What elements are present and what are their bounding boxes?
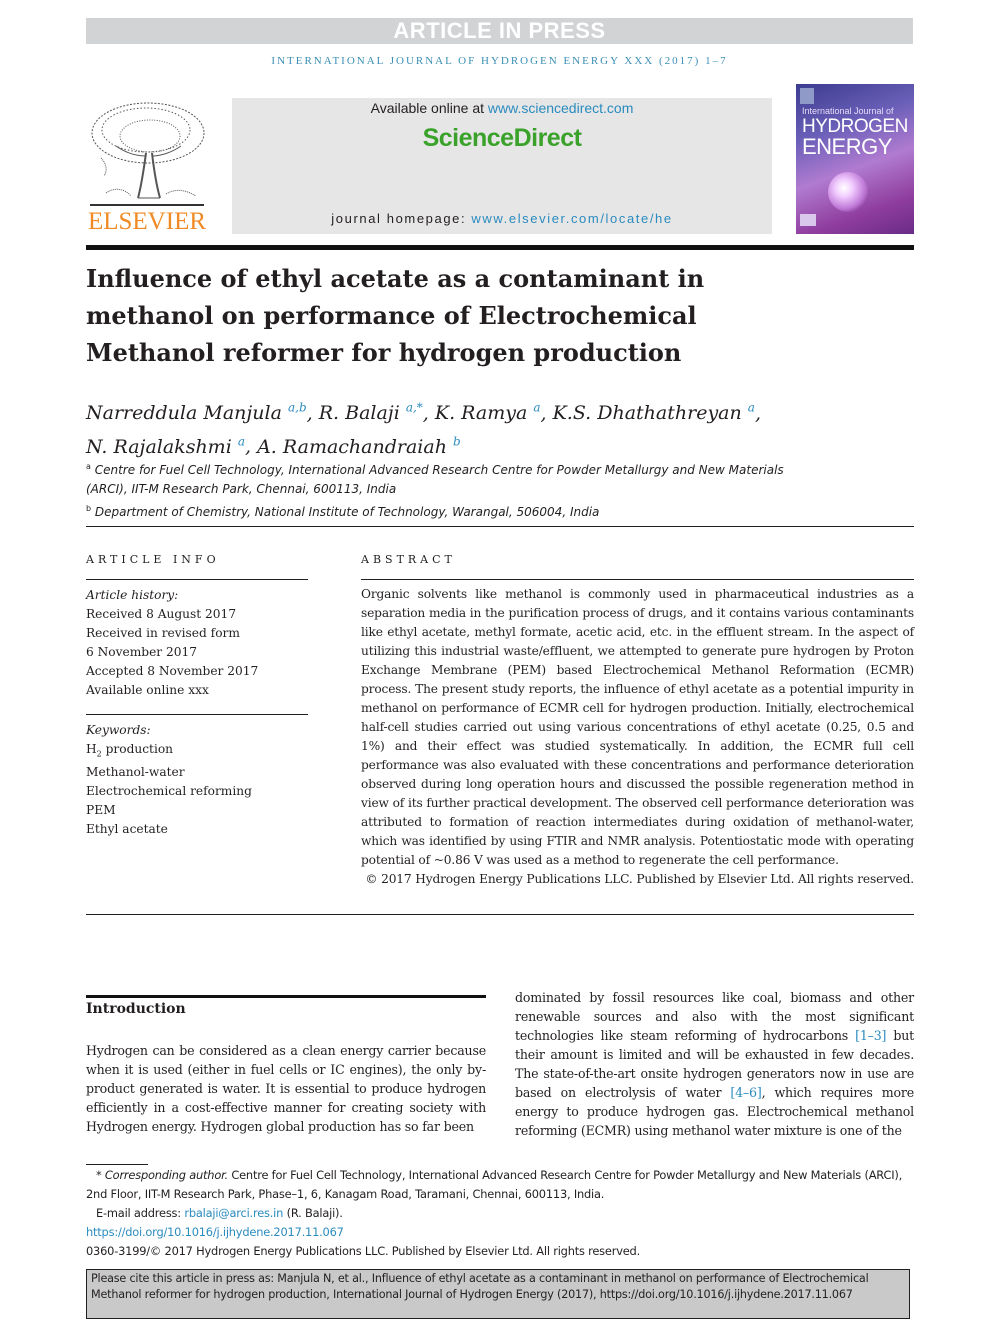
elsevier-wordmark: ELSEVIER <box>87 208 207 235</box>
article-title: Influence of ethyl acetate as a contamin… <box>86 264 705 367</box>
available-online-line: Available online at www.sciencedirect.co… <box>232 100 772 116</box>
cover-badge <box>800 214 816 226</box>
introduction-heading: Introduction <box>86 1001 186 1017</box>
article-info-divider <box>86 579 308 580</box>
history-item: 6 November 2017 <box>86 645 198 659</box>
abstract: Organic solvents like methanol is common… <box>361 585 914 889</box>
doi-link[interactable]: https://doi.org/10.1016/j.ijhydene.2017.… <box>86 1225 344 1239</box>
history-item: Received in revised form <box>86 626 240 640</box>
keywords-label: Keywords: <box>86 723 151 737</box>
cover-subtitle: International Journal of <box>802 106 894 116</box>
history-item: Accepted 8 November 2017 <box>86 664 259 678</box>
section-divider <box>86 914 914 915</box>
introduction-text-left: Hydrogen can be considered as a clean en… <box>86 1043 486 1134</box>
elsevier-logo[interactable]: ELSEVIER <box>86 98 208 236</box>
email-link[interactable]: rbalaji@arci.res.in <box>184 1206 283 1220</box>
author[interactable]: K.S. Dhathathreyan a <box>553 401 755 424</box>
affiliations: a Centre for Fuel Cell Technology, Inter… <box>86 457 816 522</box>
keyword-item: H2 production <box>86 742 174 759</box>
affiliation-item: a Centre for Fuel Cell Technology, Inter… <box>86 462 784 496</box>
affiliation-item: b Department of Chemistry, National Inst… <box>86 504 600 519</box>
keyword-item: Methanol-water <box>86 765 185 780</box>
article-info-heading: ARTICLE INFO <box>86 553 220 566</box>
issn-line: 0360-3199/© 2017 Hydrogen Energy Publica… <box>86 1244 640 1258</box>
abstract-divider <box>361 579 914 580</box>
sciencedirect-logo[interactable]: ScienceDirect <box>232 124 772 153</box>
doi-line: https://doi.org/10.1016/j.ijhydene.2017.… <box>86 1223 914 1242</box>
section-divider <box>86 526 914 527</box>
keywords-divider <box>86 714 308 715</box>
article-history: Article history: Received 8 August 2017 … <box>86 586 308 700</box>
keywords: Keywords: H2 production Methanol-water E… <box>86 721 308 839</box>
keyword-item: Ethyl acetate <box>86 822 168 837</box>
elsevier-tree-icon <box>90 102 205 206</box>
reference-link[interactable]: [1–3] <box>855 1028 886 1043</box>
sciencedirect-link[interactable]: www.sciencedirect.com <box>488 100 634 116</box>
journal-homepage-link[interactable]: www.elsevier.com/locate/he <box>471 211 672 226</box>
cover-thumbnail <box>800 88 814 104</box>
author[interactable]: A. Ramachandraiah b <box>257 434 461 457</box>
introduction-text-right: dominated by fossil resources like coal,… <box>515 990 915 1138</box>
history-item: Received 8 August 2017 <box>86 607 237 621</box>
journal-running-head: INTERNATIONAL JOURNAL OF HYDROGEN ENERGY… <box>271 55 728 67</box>
abstract-heading: ABSTRACT <box>361 553 456 566</box>
introduction-rule <box>86 995 486 998</box>
author-list: Narreddula Manjula a,b, R. Balaji a,*, K… <box>86 401 761 458</box>
journal-cover-image[interactable]: International Journal of HYDROGEN ENERGY <box>796 84 914 234</box>
cover-orb-graphic <box>828 172 868 212</box>
journal-homepage-line: journal homepage: www.elsevier.com/locat… <box>232 211 772 226</box>
author[interactable]: N. Rajalakshmi a <box>86 434 245 457</box>
keyword-item: PEM <box>86 803 116 818</box>
footnotes: * Corresponding author. Centre for Fuel … <box>86 1166 914 1261</box>
citation-box: Please cite this article in press as: Ma… <box>86 1269 910 1319</box>
article-history-label: Article history: <box>86 588 179 602</box>
journal-homepage-prefix: journal homepage: <box>331 211 472 226</box>
article-in-press-banner: ARTICLE IN PRESS <box>86 18 913 44</box>
author[interactable]: K. Ramya a <box>435 401 541 424</box>
abstract-copyright: © 2017 Hydrogen Energy Publications LLC.… <box>365 872 914 886</box>
cover-title-energy: ENERGY <box>802 134 892 159</box>
author[interactable]: Narreddula Manjula a,b <box>86 401 307 424</box>
header-divider <box>86 245 914 250</box>
sciencedirect-header: Available online at www.sciencedirect.co… <box>232 98 772 234</box>
author[interactable]: R. Balaji a,* <box>319 401 423 424</box>
history-item: Available online xxx <box>86 683 209 697</box>
abstract-text: Organic solvents like methanol is common… <box>361 587 914 867</box>
available-online-prefix: Available online at <box>370 100 488 116</box>
reference-link[interactable]: [4–6] <box>730 1085 761 1100</box>
article-in-press-label: ARTICLE IN PRESS <box>393 18 606 43</box>
footnote-rule <box>86 1164 148 1165</box>
email-note: E-mail address: rbalaji@arci.res.in (R. … <box>96 1206 343 1220</box>
corresponding-author-note: * Corresponding author. Centre for Fuel … <box>86 1168 903 1201</box>
keyword-item: Electrochemical reforming <box>86 784 252 799</box>
